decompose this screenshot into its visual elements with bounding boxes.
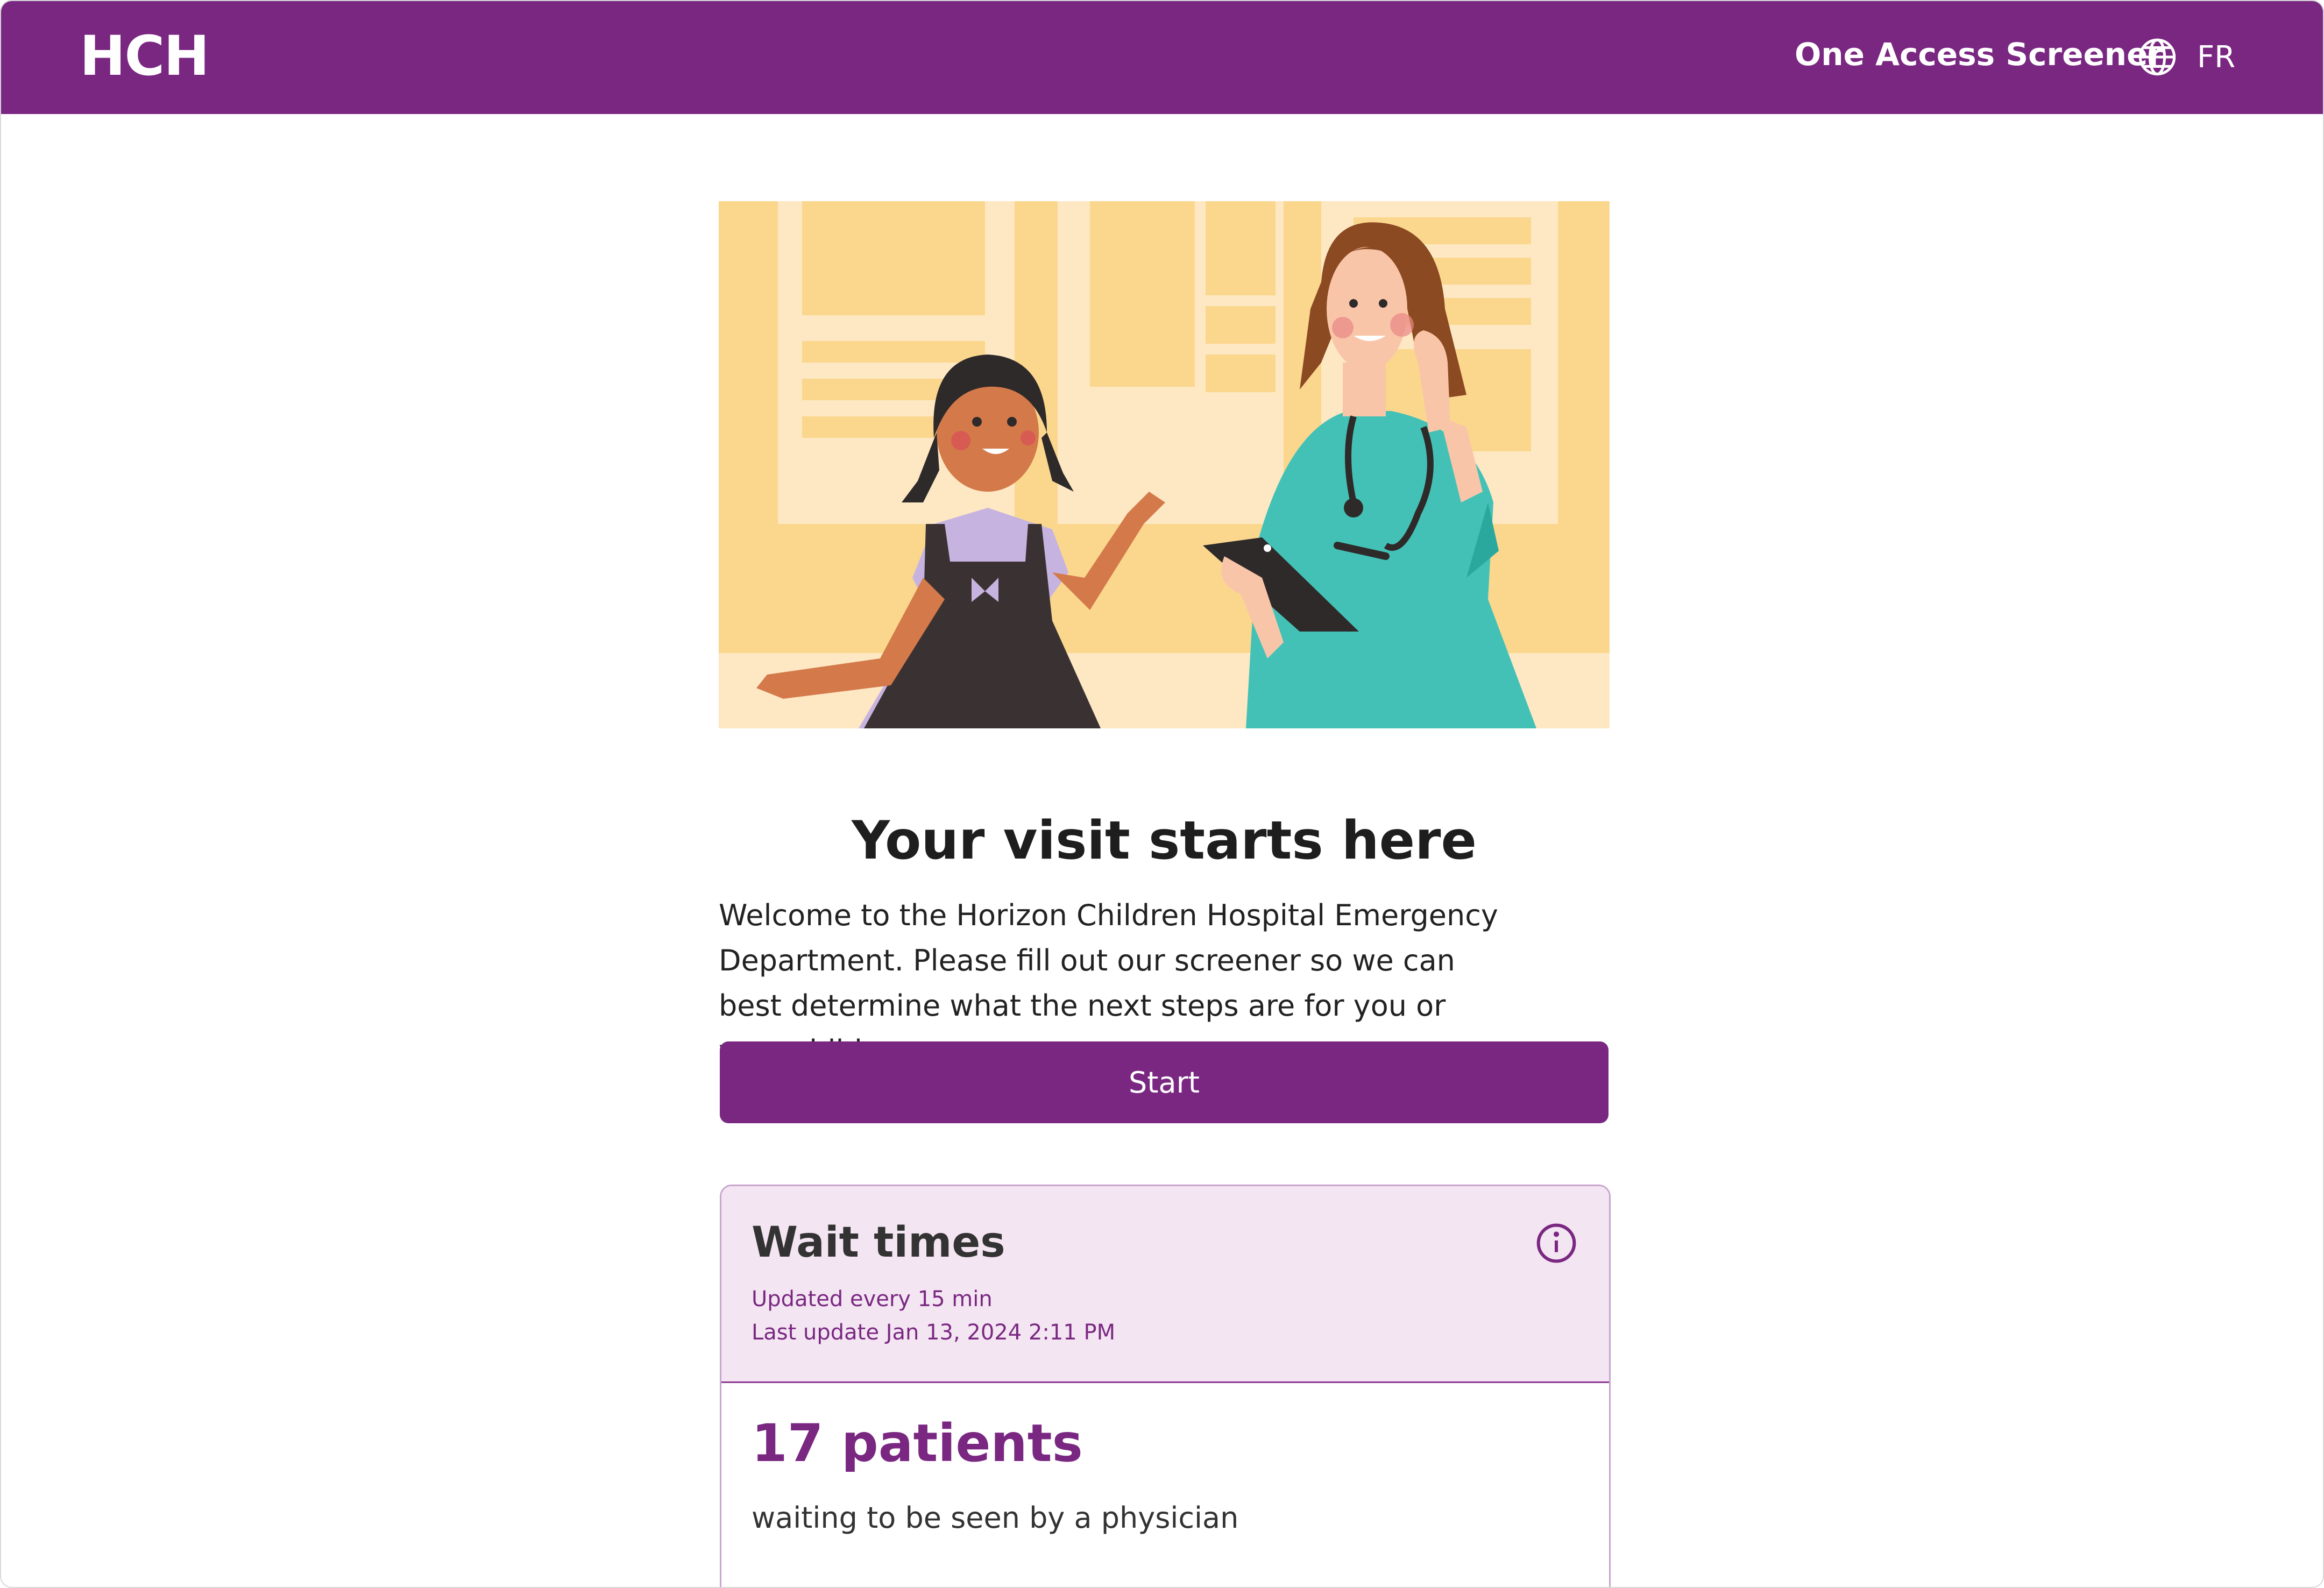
top-navigation-bar: HCH One Access Screener FR xyxy=(1,1,2323,114)
app-window: HCH One Access Screener FR Your visit st… xyxy=(0,0,2324,1588)
hch-logo[interactable]: HCH xyxy=(80,29,210,84)
update-frequency: Updated every 15 min xyxy=(752,1287,993,1311)
start-button[interactable]: Start xyxy=(720,1041,1609,1123)
page-title: Your visit starts here xyxy=(852,810,1477,871)
child-and-nurse-illustration xyxy=(719,201,1610,728)
patients-description: waiting to be seen by a physician xyxy=(752,1501,1239,1535)
language-toggle-button[interactable]: FR xyxy=(2137,36,2244,79)
patients-count: 17 patients xyxy=(752,1413,1083,1473)
wait-times-title: Wait times xyxy=(752,1218,1005,1267)
language-label: FR xyxy=(2197,39,2236,75)
wait-times-card: Wait times Updated every 15 min Last upd… xyxy=(720,1185,1611,1587)
globe-icon xyxy=(2138,38,2176,76)
app-title: One Access Screener xyxy=(1795,36,2164,73)
wait-times-header: Wait times Updated every 15 min Last upd… xyxy=(721,1186,1609,1383)
last-update: Last update Jan 13, 2024 2:11 PM xyxy=(752,1320,1116,1345)
info-icon[interactable] xyxy=(1535,1222,1578,1265)
